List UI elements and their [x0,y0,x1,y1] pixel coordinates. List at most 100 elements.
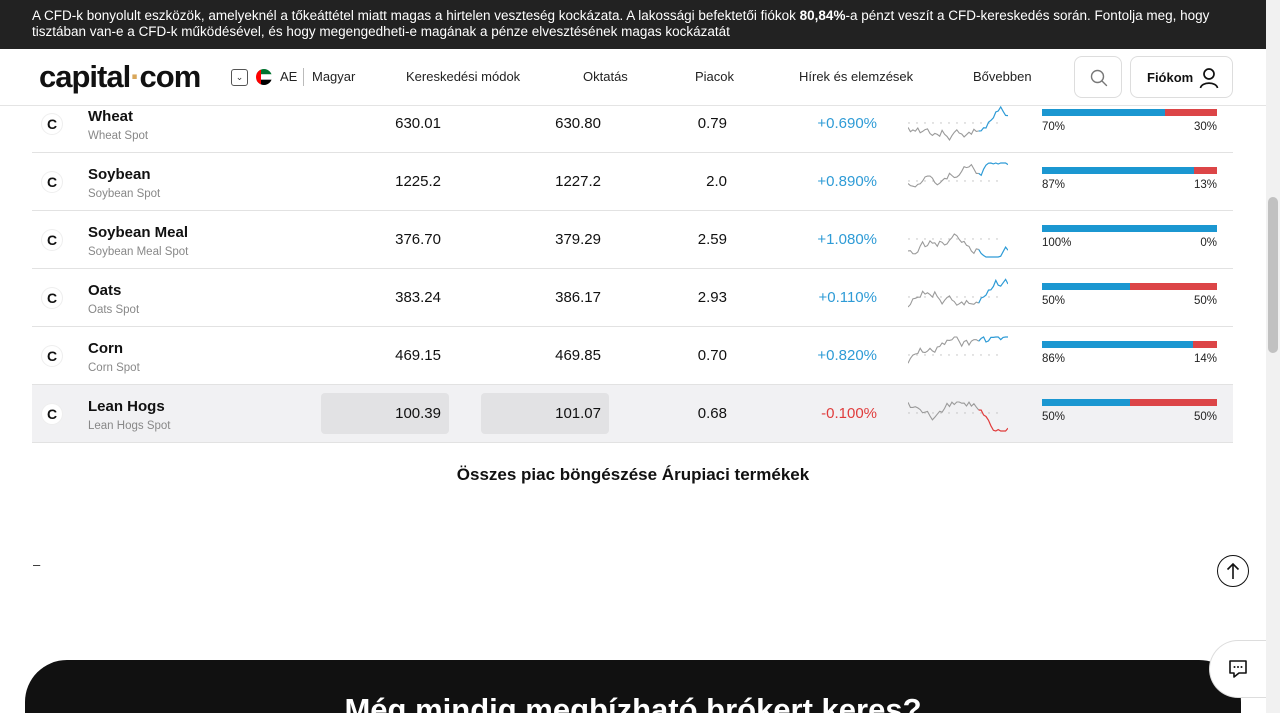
sparkline-chart [907,393,1009,438]
capital-com-logo[interactable]: capital·com [39,59,202,95]
sell-sentiment-fill [1129,399,1217,406]
sentiment-indicator: 87% 13% [1042,167,1217,193]
browse-all-markets-link[interactable]: Összes piac böngészése Árupiaci termékek [0,465,1266,485]
region-code[interactable]: AE [280,69,297,84]
market-name[interactable]: Soybean Meal [88,224,188,241]
risk-text-1: A CFD-k bonyolult eszközök, amelyeknél a… [32,8,800,23]
buy-price-button[interactable]: 630.80 [481,111,609,152]
account-button[interactable]: Fiókom [1130,56,1233,98]
sentiment-indicator: 50% 50% [1042,399,1217,425]
sentiment-bar [1042,109,1217,116]
dash-text: – [33,557,41,572]
capital-logo-icon: C [42,172,62,192]
sentiment-bar [1042,341,1217,348]
sell-sentiment-label: 14% [1193,353,1217,365]
buy-sentiment-label: 50% [1042,411,1066,423]
market-subname: Soybean Spot [88,188,161,200]
chat-icon [1229,660,1247,678]
logo-text-right: com [139,59,202,94]
sparkline-chart [907,161,1009,206]
nav-education[interactable]: Oktatás [583,69,628,84]
market-name[interactable]: Soybean [88,166,151,183]
sell-sentiment-fill [1164,109,1217,116]
market-row[interactable]: C Soybean Soybean Spot 1225.2 1227.2 2.0… [32,153,1233,211]
market-row[interactable]: C Oats Oats Spot 383.24 386.17 2.93 +0.1… [32,269,1233,327]
buy-price-button[interactable]: 1227.2 [481,169,609,210]
nav-news-analysis[interactable]: Hírek és elemzések [799,69,913,84]
spread-value: 0.70 [697,347,727,364]
buy-sentiment-label: 86% [1042,353,1066,365]
capital-logo-icon: C [42,230,62,250]
risk-percent: 80,84% [799,8,846,23]
spread-value: 0.79 [697,115,727,132]
buy-price-button[interactable]: 101.07 [481,393,609,434]
sell-price-button[interactable]: 100.39 [321,393,449,434]
search-icon [1090,69,1108,87]
sell-price-button[interactable]: 376.70 [321,227,449,268]
market-name[interactable]: Wheat [88,108,133,125]
change-value: +0.890% [817,173,877,190]
sell-sentiment-fill [1194,167,1217,174]
market-subname: Corn Spot [88,362,140,374]
market-subname: Lean Hogs Spot [88,420,171,432]
logo-text-left: capital [39,59,131,94]
sparkline-chart [907,335,1008,380]
sparkline-chart [907,277,1009,322]
market-row[interactable]: C Lean Hogs Lean Hogs Spot 100.39 101.07… [32,385,1233,443]
language-selector[interactable]: Magyar [312,69,355,84]
account-label: Fiókom [1147,70,1194,85]
sell-sentiment-label: 50% [1193,295,1217,307]
sell-price-button[interactable]: 1225.2 [321,169,449,210]
buy-sentiment-fill [1042,341,1193,348]
buy-sentiment-label: 70% [1042,121,1066,133]
sell-price-button[interactable]: 630.01 [321,111,449,152]
sentiment-bar [1042,225,1217,232]
buy-price-button[interactable]: 386.17 [481,285,609,326]
market-name[interactable]: Oats [88,282,121,299]
buy-price-button[interactable]: 469.85 [481,343,609,384]
market-name[interactable]: Lean Hogs [88,398,165,415]
buy-sentiment-fill [1042,167,1195,174]
spread-value: 2.0 [706,173,727,190]
buy-sentiment-label: 50% [1042,295,1066,307]
nav-trading-modes[interactable]: Kereskedési módok [406,69,520,84]
market-row[interactable]: C Soybean Meal Soybean Meal Spot 376.70 … [32,211,1233,269]
change-value: -0.100% [821,405,877,422]
sell-price-button[interactable]: 469.15 [321,343,449,384]
uae-flag-icon[interactable] [256,69,272,85]
sell-sentiment-label: 13% [1193,179,1217,191]
scrollbar-thumb[interactable] [1268,197,1278,353]
market-row[interactable]: C Wheat Wheat Spot 630.01 630.80 0.79 +0… [32,95,1233,153]
market-table: C Wheat Wheat Spot 630.01 630.80 0.79 +0… [32,95,1233,443]
nav-markets[interactable]: Piacok [695,69,734,84]
chevron-down-icon[interactable]: ⌄ [231,69,248,86]
sell-sentiment-label: 50% [1193,411,1217,423]
capital-logo-icon: C [42,288,62,308]
sentiment-indicator: 70% 30% [1042,109,1217,135]
page-scrollbar[interactable] [1266,0,1280,713]
market-row[interactable]: C Corn Corn Spot 469.15 469.85 0.70 +0.8… [32,327,1233,385]
sparkline-chart [907,219,1009,264]
change-value: +1.080% [817,231,877,248]
sell-sentiment-fill [1129,283,1217,290]
user-icon [1199,68,1219,89]
capital-logo-icon: C [42,114,62,134]
buy-price-button[interactable]: 379.29 [481,227,609,268]
market-subname: Wheat Spot [88,130,149,142]
sell-price-button[interactable]: 383.24 [321,285,449,326]
spread-value: 0.68 [697,405,727,422]
language-divider [303,68,304,86]
logo-dot: · [130,59,140,94]
buy-sentiment-label: 87% [1042,179,1066,191]
search-button[interactable] [1074,56,1122,98]
scroll-to-top-button[interactable] [1217,555,1249,587]
nav-more[interactable]: Bővebben [973,69,1032,84]
risk-warning-banner: A CFD-k bonyolult eszközök, amelyeknél a… [0,0,1266,49]
change-value: +0.820% [817,347,877,364]
market-name[interactable]: Corn [88,340,123,357]
buy-sentiment-fill [1042,109,1165,116]
buy-sentiment-label: 100% [1042,237,1072,249]
sentiment-indicator: 100% 0% [1042,225,1217,251]
buy-sentiment-fill [1042,283,1130,290]
change-value: +0.110% [818,289,877,306]
